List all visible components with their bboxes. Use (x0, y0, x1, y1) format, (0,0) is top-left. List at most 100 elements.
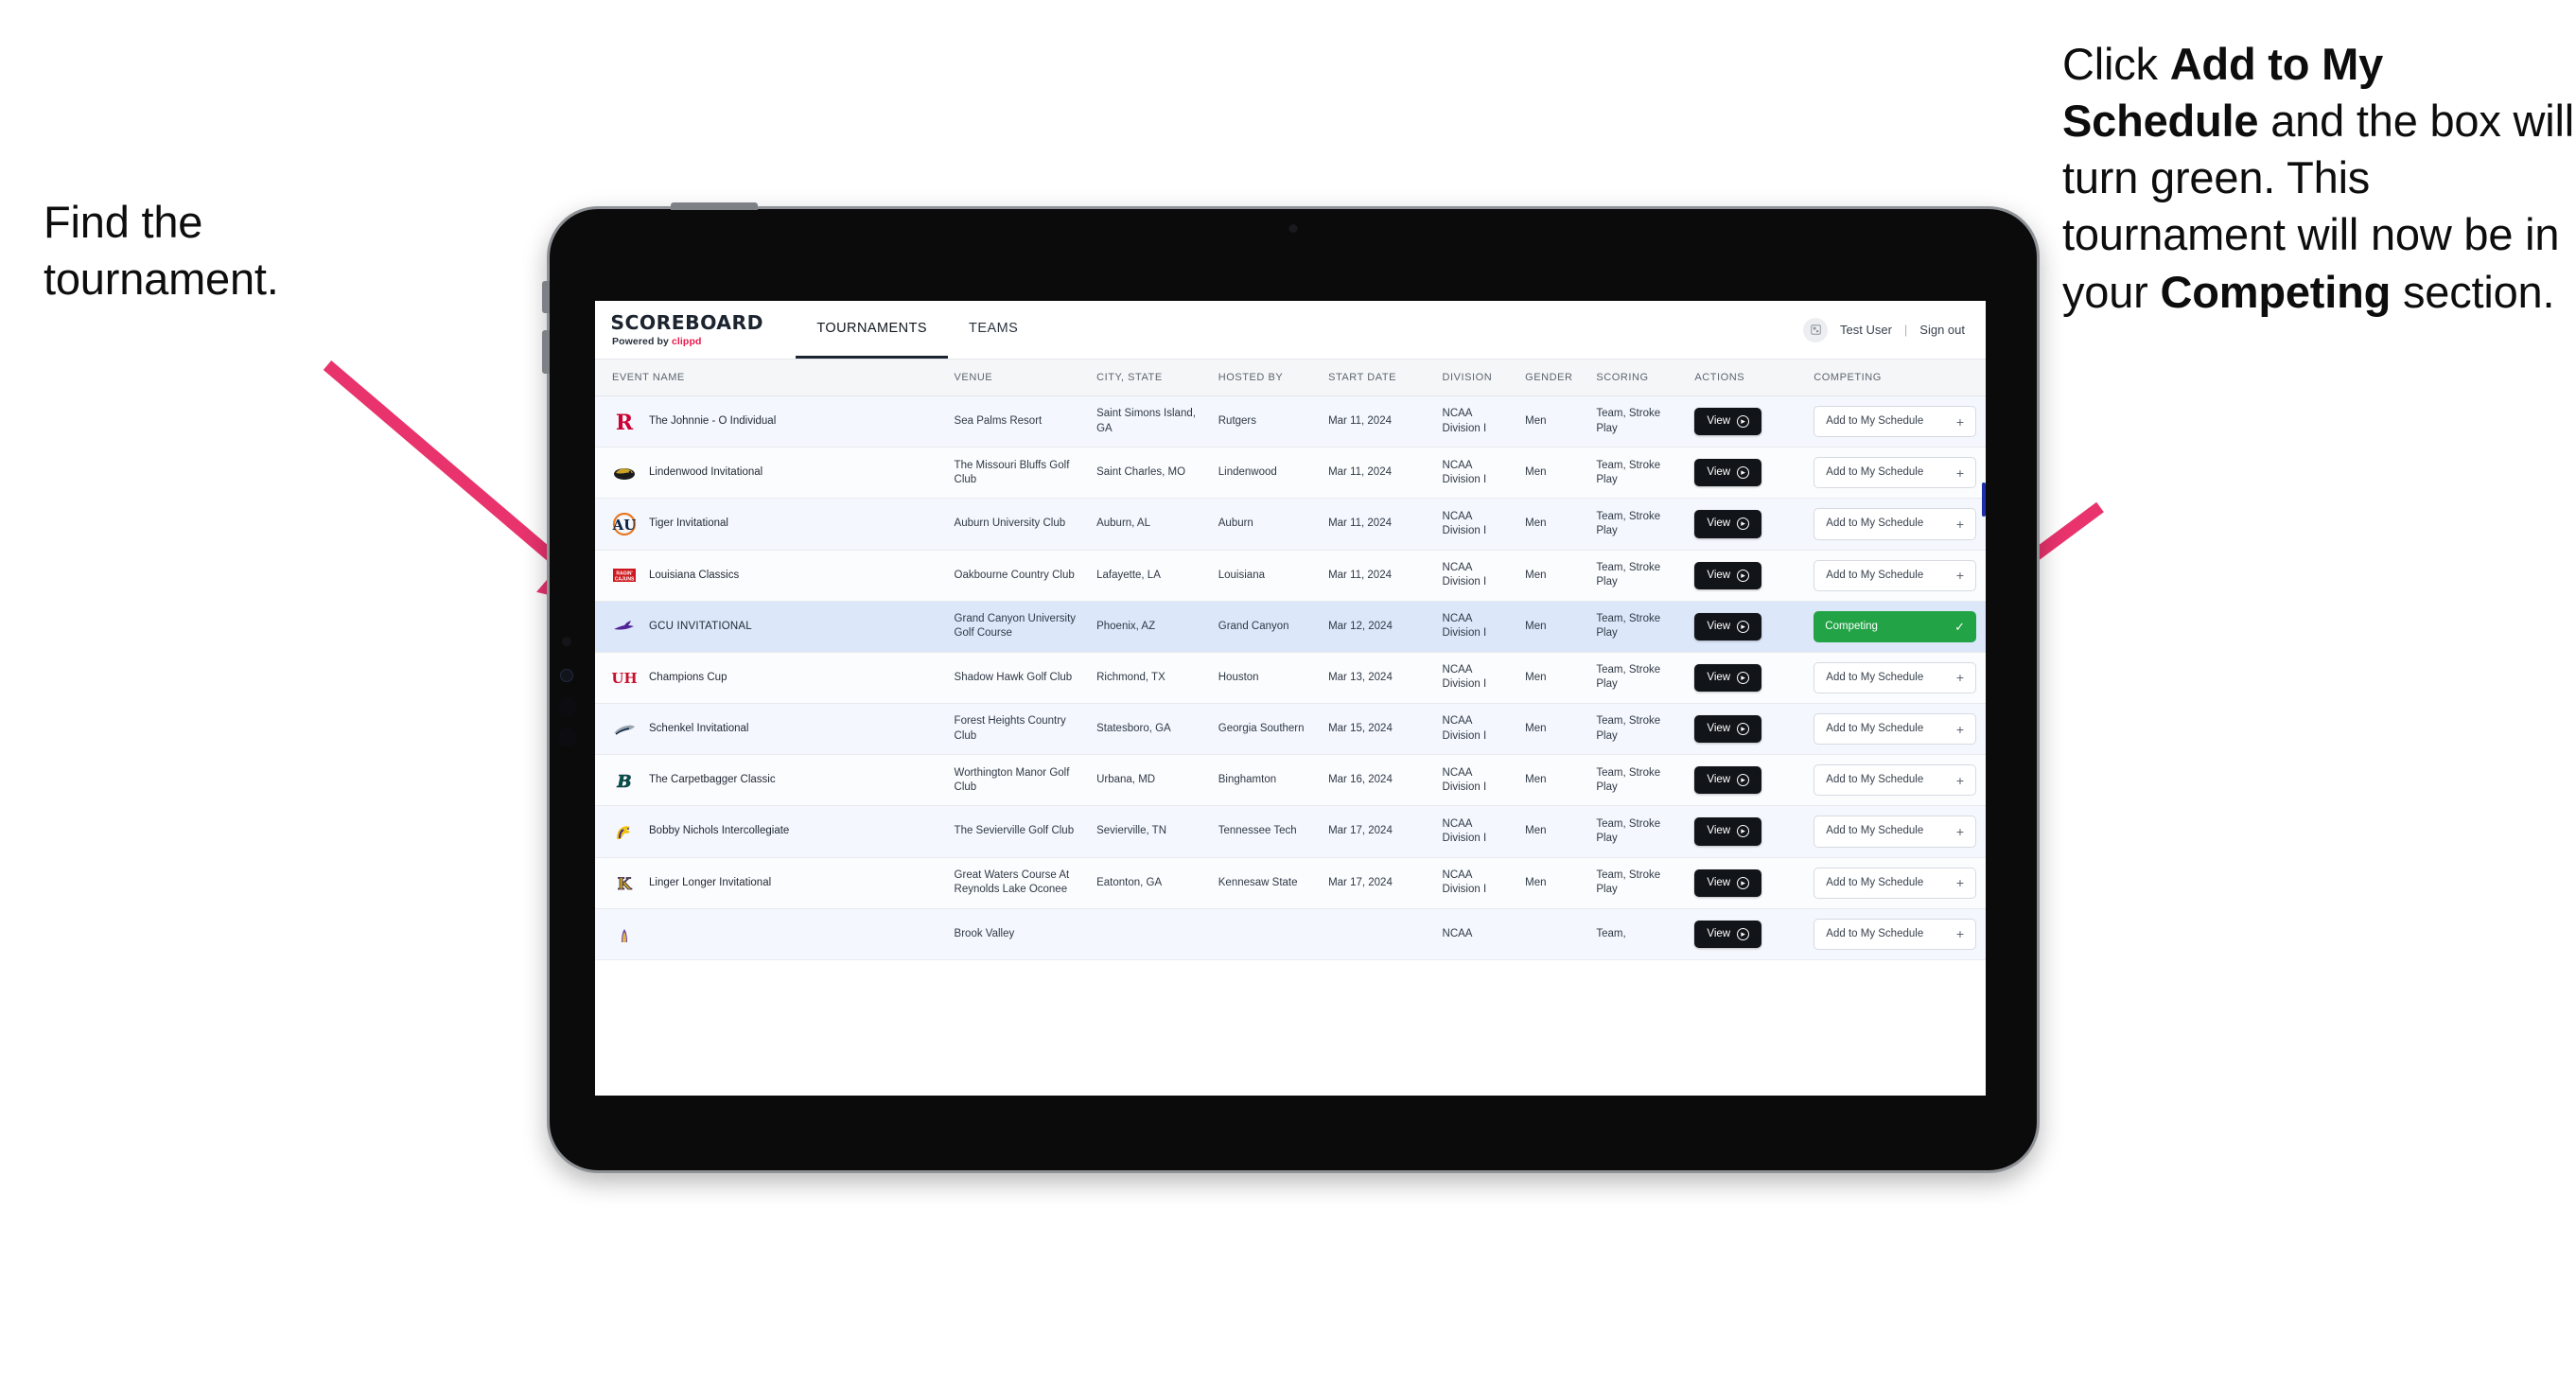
plus-icon: + (1955, 823, 1964, 839)
view-button[interactable]: View ▸ (1694, 612, 1762, 640)
add-to-my-schedule-label: Add to My Schedule (1826, 876, 1924, 888)
column-header-venue[interactable]: VENUE (944, 360, 1088, 396)
view-button[interactable]: View ▸ (1694, 715, 1762, 744)
cell-gender (1516, 908, 1587, 960)
tablet-power-button[interactable] (671, 202, 758, 210)
cell-venue: Shadow Hawk Golf Club (944, 652, 1088, 705)
tablet-volume-down-button[interactable] (542, 330, 550, 374)
view-button-label: View (1707, 825, 1731, 837)
cell-start-date: Mar 11, 2024 (1319, 498, 1433, 551)
table-row[interactable]: Brook Valley NCAA Team, View ▸ Add to My Sche… (595, 908, 1986, 960)
svg-text:K: K (618, 875, 633, 894)
svg-text:AU: AU (612, 517, 636, 534)
cell-city-state (1087, 908, 1209, 960)
cell-division: NCAA Division I (1432, 703, 1516, 756)
cell-city-state: Phoenix, AZ (1087, 601, 1209, 653)
cell-event-name: Bobby Nichols Intercollegiate (595, 805, 945, 858)
main-nav: TOURNAMENTS TEAMS (796, 301, 1039, 359)
column-header-division[interactable]: DIVISION (1432, 360, 1516, 396)
add-to-my-schedule-button[interactable]: Add to My Schedule + (1814, 918, 1976, 950)
check-icon: ✓ (1954, 619, 1965, 634)
annotation-right-seg-4: section. (2391, 266, 2555, 317)
add-to-my-schedule-button[interactable]: Add to My Schedule + (1814, 816, 1976, 848)
cell-city-state: Richmond, TX (1087, 652, 1209, 705)
cell-competing: Add to My Schedule + (1804, 857, 1986, 909)
view-button[interactable]: View ▸ (1694, 868, 1762, 897)
column-header-event-name[interactable]: EVENT NAME (595, 360, 945, 396)
tablet-camera-lens (560, 669, 573, 682)
table-row[interactable]: K Linger Longer Invitational Great Waters … (595, 857, 1986, 909)
column-header-city-state[interactable]: CITY, STATE (1087, 360, 1209, 396)
cell-competing: Add to My Schedule + (1804, 703, 1986, 756)
add-to-my-schedule-button[interactable]: Add to My Schedule + (1814, 406, 1976, 438)
header-user-area: Test User | Sign out (1803, 301, 1986, 359)
cell-division: NCAA (1432, 908, 1516, 960)
rutgers-logo: R (612, 410, 637, 435)
tab-teams[interactable]: TEAMS (948, 301, 1039, 359)
table-row[interactable]: Schenkel Invitational Forest Heights Coun… (595, 703, 1986, 756)
add-to-my-schedule-button[interactable]: Add to My Schedule + (1814, 559, 1976, 591)
cell-actions: View ▸ (1685, 703, 1805, 756)
column-header-competing[interactable]: COMPETING (1804, 360, 1986, 396)
cell-city-state: Saint Charles, MO (1087, 447, 1209, 500)
tournaments-table: EVENT NAME VENUE CITY, STATE HOSTED BY START… (595, 360, 1986, 960)
view-button[interactable]: View ▸ (1694, 817, 1762, 846)
add-to-my-schedule-label: Add to My Schedule (1826, 723, 1924, 735)
cell-event-name: R The Johnnie - O Individual (595, 395, 945, 448)
cell-start-date: Mar 17, 2024 (1319, 857, 1433, 909)
add-to-my-schedule-button[interactable]: Add to My Schedule + (1814, 661, 1976, 694)
view-button[interactable]: View ▸ (1694, 459, 1762, 487)
cell-actions: View ▸ (1685, 754, 1805, 807)
view-button[interactable]: View ▸ (1694, 561, 1762, 589)
competing-button[interactable]: Competing ✓ (1814, 610, 1976, 642)
svg-text:CAJUNS: CAJUNS (615, 577, 635, 583)
column-header-hosted-by[interactable]: HOSTED BY (1208, 360, 1320, 396)
cell-venue: The Sevierville Golf Club (944, 805, 1088, 858)
cell-venue: Worthington Manor Golf Club (944, 754, 1088, 807)
table-row[interactable]: GCU INVITATIONAL Grand Canyon University … (595, 601, 1986, 653)
tab-tournaments[interactable]: TOURNAMENTS (796, 301, 949, 359)
sign-out-link[interactable]: Sign out (1919, 323, 1965, 337)
plus-icon: + (1955, 721, 1964, 737)
view-button[interactable]: View ▸ (1694, 408, 1762, 436)
view-button[interactable]: View ▸ (1694, 510, 1762, 538)
user-avatar-icon[interactable] (1803, 317, 1828, 342)
cell-start-date: Mar 12, 2024 (1319, 601, 1433, 653)
add-to-my-schedule-button[interactable]: Add to My Schedule + (1814, 508, 1976, 540)
tournaments-table-container[interactable]: EVENT NAME VENUE CITY, STATE HOSTED BY START… (595, 360, 1986, 1096)
view-button[interactable]: View ▸ (1694, 663, 1762, 693)
table-row[interactable]: R The Johnnie - O Individual Sea Palms Res… (595, 395, 1986, 448)
column-header-start-date[interactable]: START DATE (1319, 360, 1433, 396)
plus-icon: + (1955, 413, 1964, 430)
vertical-scrollbar-thumb[interactable] (1982, 482, 1986, 517)
column-header-gender[interactable]: GENDER (1516, 360, 1587, 396)
event-name-label: The Carpetbagger Classic (649, 774, 776, 786)
brand-logo[interactable]: SCOREBOARD Powered by clippd (595, 301, 780, 359)
event-name-label: The Johnnie - O Individual (649, 414, 777, 427)
cell-city-state: Saint Simons Island, GA (1087, 395, 1209, 448)
table-row[interactable]: B The Carpetbagger Classic Worthington Man… (595, 754, 1986, 807)
cell-actions: View ▸ (1685, 447, 1805, 500)
cell-event-name: RAGIN' CAJUNS Louisiana Classics (595, 550, 945, 602)
annotation-left: Find the tournament. (44, 194, 450, 307)
cell-scoring: Team, (1586, 908, 1686, 960)
column-header-actions[interactable]: ACTIONS (1685, 360, 1805, 396)
cell-division: NCAA Division I (1432, 550, 1516, 602)
table-row[interactable]: AU Tiger Invitational Auburn University Cl… (595, 498, 1986, 551)
cell-actions: View ▸ (1685, 601, 1805, 653)
table-row[interactable]: RAGIN' CAJUNS Louisiana Classics Oakbourne … (595, 550, 1986, 602)
table-row[interactable]: Bobby Nichols Intercollegiate The Sevierv… (595, 805, 1986, 858)
cell-division: NCAA Division I (1432, 652, 1516, 705)
add-to-my-schedule-button[interactable]: Add to My Schedule + (1814, 713, 1976, 746)
view-button[interactable]: View ▸ (1694, 920, 1762, 948)
table-row[interactable]: Lindenwood Invitational The Missouri Bluf… (595, 447, 1986, 500)
add-to-my-schedule-button[interactable]: Add to My Schedule + (1814, 457, 1976, 489)
column-header-scoring[interactable]: SCORING (1586, 360, 1686, 396)
cell-division: NCAA Division I (1432, 601, 1516, 653)
tablet-volume-up-button[interactable] (542, 281, 550, 313)
add-to-my-schedule-button[interactable]: Add to My Schedule + (1814, 867, 1976, 899)
view-button[interactable]: View ▸ (1694, 766, 1762, 795)
arrow-right-circle-icon: ▸ (1737, 466, 1750, 480)
add-to-my-schedule-button[interactable]: Add to My Schedule + (1814, 764, 1976, 797)
table-row[interactable]: UH Champions Cup Shadow Hawk Golf Club Rich… (595, 652, 1986, 705)
